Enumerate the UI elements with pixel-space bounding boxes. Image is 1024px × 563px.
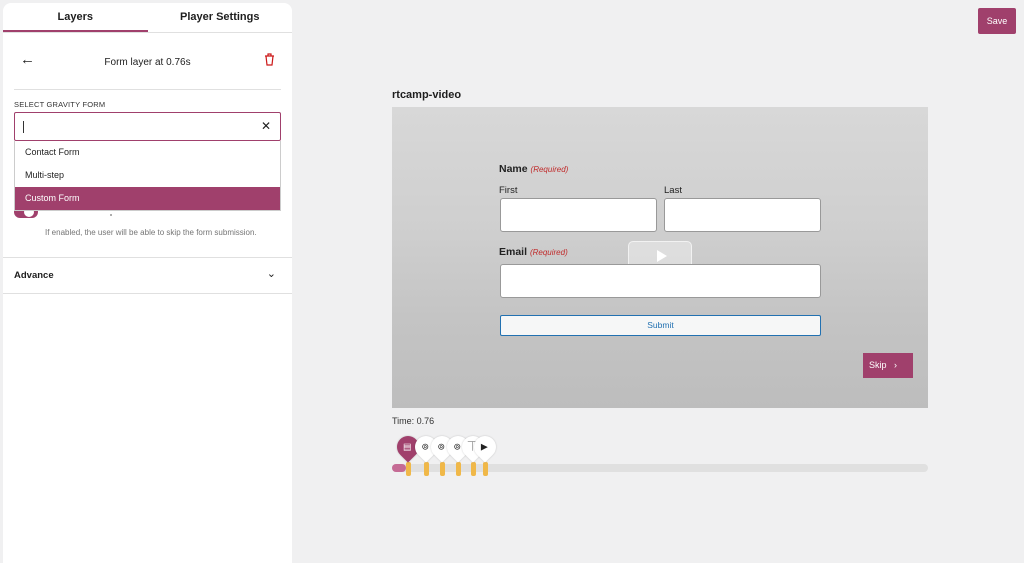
- marker-stem: [471, 462, 476, 476]
- tab-layers[interactable]: Layers: [3, 3, 148, 32]
- option-multi-step[interactable]: Multi-step: [15, 164, 280, 187]
- first-label: First: [499, 185, 518, 196]
- marker-stem: [483, 462, 488, 476]
- option-custom-form[interactable]: Custom Form: [15, 187, 280, 210]
- tabs: Layers Player Settings: [3, 3, 292, 33]
- text-cursor: [23, 121, 24, 133]
- gravity-form-select-input[interactable]: ✕: [14, 112, 281, 141]
- chevron-down-icon: ⌄: [266, 268, 276, 280]
- trash-icon[interactable]: [264, 53, 275, 66]
- timeline-progress: [392, 464, 406, 472]
- cta-icon: ⊚: [421, 441, 430, 452]
- form-options-menu: Contact Form Multi-step Custom Form: [14, 141, 281, 211]
- video-title: rtcamp-video: [392, 89, 462, 101]
- select-form-label: SELECT GRAVITY FORM: [14, 100, 106, 109]
- video-player[interactable]: Name (Required) First Last Email (Requir…: [392, 107, 928, 408]
- tab-player-settings[interactable]: Player Settings: [148, 3, 293, 32]
- video-icon: ▶: [480, 441, 488, 452]
- time-readout: Time: 0.76: [392, 416, 435, 426]
- option-contact-form[interactable]: Contact Form: [15, 141, 280, 164]
- email-label: Email (Required): [499, 246, 568, 258]
- layer-header: ← Form layer at 0.76s: [14, 33, 281, 90]
- last-label: Last: [664, 185, 682, 196]
- marker-stem: [440, 462, 445, 476]
- marker-stem: [424, 462, 429, 476]
- close-icon[interactable]: ✕: [261, 119, 271, 133]
- first-name-input[interactable]: [500, 198, 657, 232]
- name-label: Name (Required): [499, 163, 569, 175]
- advance-section[interactable]: Advance ⌄: [3, 257, 292, 294]
- allow-skip-help: If enabled, the user will be able to ski…: [45, 228, 257, 237]
- form-icon: ▤: [403, 441, 412, 452]
- save-button[interactable]: Save: [978, 8, 1016, 34]
- marker-stem: [406, 462, 411, 476]
- cta-icon: ⊚: [437, 441, 446, 452]
- layer-title: Form layer at 0.76s: [104, 57, 191, 68]
- chevron-right-icon: ›: [894, 360, 898, 370]
- skip-button[interactable]: Skip ›: [863, 353, 913, 378]
- sidebar: Layers Player Settings ← Form layer at 0…: [3, 3, 292, 563]
- email-input[interactable]: [500, 264, 821, 298]
- submit-button[interactable]: Submit: [500, 315, 821, 336]
- advance-label: Advance: [14, 270, 54, 281]
- marker-stem: [456, 462, 461, 476]
- last-name-input[interactable]: [664, 198, 821, 232]
